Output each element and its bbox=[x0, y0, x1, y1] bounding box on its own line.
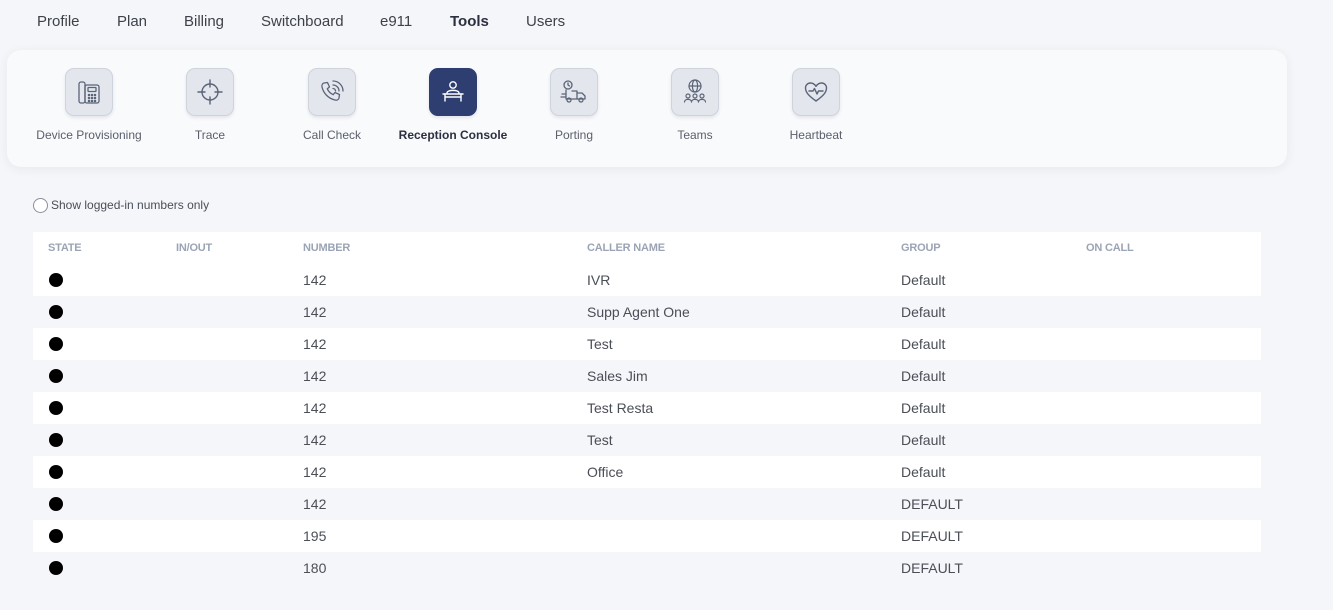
state-indicator bbox=[49, 433, 63, 447]
nav-e911[interactable]: e911 bbox=[380, 13, 412, 30]
tool-trace[interactable]: Trace bbox=[145, 68, 275, 148]
logged-in-radio[interactable] bbox=[33, 197, 48, 213]
cell-group: Default bbox=[901, 400, 946, 416]
cell-number: 142 bbox=[303, 400, 327, 416]
cell-caller-name: Sales Jim bbox=[587, 368, 648, 384]
tool-label: Heartbeat bbox=[789, 128, 843, 142]
cell-caller-name: IVR bbox=[587, 272, 611, 288]
header-on-call: ON CALL bbox=[1086, 242, 1134, 254]
table-row[interactable]: 195 DEFAULT bbox=[33, 520, 1261, 552]
logged-in-filter-label: Show logged-in numbers only bbox=[51, 198, 210, 212]
cell-caller-name: Test bbox=[587, 432, 613, 448]
cell-group: Default bbox=[901, 304, 946, 320]
nav-plan[interactable]: Plan bbox=[117, 13, 147, 30]
tool-device-provisioning[interactable]: Device Provisioning bbox=[24, 68, 154, 148]
tool-label: Teams bbox=[677, 128, 713, 142]
phone-ringing-icon bbox=[321, 80, 344, 101]
header-group: GROUP bbox=[901, 242, 941, 254]
tools-panel: Device Provisioning Trace Call Check Rec… bbox=[7, 50, 1287, 167]
nav-switchboard[interactable]: Switchboard bbox=[261, 13, 344, 30]
tool-label: Porting bbox=[554, 128, 594, 142]
table-body: 142 IVR Default 142 Supp Agent One Default 142… bbox=[33, 264, 1261, 584]
nav-profile[interactable]: Profile bbox=[37, 13, 80, 30]
tool-tile bbox=[65, 68, 113, 116]
cell-number: 142 bbox=[303, 272, 327, 288]
table-header: STATE IN/OUT NUMBER CALLER NAME GROUP ON… bbox=[33, 232, 1261, 264]
nav-billing[interactable]: Billing bbox=[184, 13, 224, 30]
state-indicator bbox=[49, 369, 63, 383]
tool-tile bbox=[550, 68, 598, 116]
globe-team-icon bbox=[683, 79, 707, 103]
numbers-table: STATE IN/OUT NUMBER CALLER NAME GROUP ON… bbox=[33, 232, 1261, 584]
header-inout: IN/OUT bbox=[176, 242, 213, 254]
cell-number: 142 bbox=[303, 304, 327, 320]
state-indicator bbox=[49, 305, 63, 319]
nav-tools[interactable]: Tools bbox=[450, 13, 489, 30]
tool-tile bbox=[186, 68, 234, 116]
cell-group: Default bbox=[901, 336, 946, 352]
table-row[interactable]: 142 Test Default bbox=[33, 328, 1261, 360]
cell-number: 142 bbox=[303, 464, 327, 480]
header-state: STATE bbox=[48, 242, 82, 254]
cell-number: 142 bbox=[303, 432, 327, 448]
state-indicator bbox=[49, 401, 63, 415]
top-nav: Profile Plan Billing Switchboard e911 To… bbox=[0, 0, 1333, 44]
state-indicator bbox=[49, 561, 63, 575]
tool-teams[interactable]: Teams bbox=[630, 68, 760, 148]
cell-group: Default bbox=[901, 432, 946, 448]
cell-caller-name: Office bbox=[587, 464, 624, 480]
cell-group: Default bbox=[901, 272, 946, 288]
table-row[interactable]: 142 Sales Jim Default bbox=[33, 360, 1261, 392]
cell-number: 142 bbox=[303, 336, 327, 352]
cell-group: Default bbox=[901, 464, 946, 480]
tool-tile bbox=[671, 68, 719, 116]
cell-group: Default bbox=[901, 368, 946, 384]
table-row[interactable]: 142 Office Default bbox=[33, 456, 1261, 488]
state-indicator bbox=[49, 497, 63, 511]
crosshair-icon bbox=[197, 79, 223, 105]
cell-number: 195 bbox=[303, 528, 327, 544]
cell-number: 142 bbox=[303, 496, 327, 512]
moving-truck-icon bbox=[560, 80, 586, 103]
state-indicator bbox=[49, 337, 63, 351]
heart-pulse-icon bbox=[804, 82, 828, 102]
tool-label: Reception Console bbox=[398, 128, 508, 142]
table-row[interactable]: 142 Supp Agent One Default bbox=[33, 296, 1261, 328]
tool-porting[interactable]: Porting bbox=[509, 68, 639, 148]
logged-in-filter[interactable]: Show logged-in numbers only bbox=[33, 196, 209, 214]
cell-group: DEFAULT bbox=[901, 560, 963, 576]
table-row[interactable]: 142 Test Default bbox=[33, 424, 1261, 456]
nav-users[interactable]: Users bbox=[526, 13, 565, 30]
cell-group: DEFAULT bbox=[901, 528, 963, 544]
tool-label: Device Provisioning bbox=[36, 128, 142, 142]
table-row[interactable]: 180 DEFAULT bbox=[33, 552, 1261, 584]
cell-number: 142 bbox=[303, 368, 327, 384]
tool-label: Call Check bbox=[302, 128, 362, 142]
state-indicator bbox=[49, 529, 63, 543]
cell-caller-name: Test bbox=[587, 336, 613, 352]
tool-tile bbox=[429, 68, 477, 116]
tool-tile bbox=[308, 68, 356, 116]
header-caller-name: CALLER NAME bbox=[587, 242, 665, 254]
state-indicator bbox=[49, 465, 63, 479]
tool-heartbeat[interactable]: Heartbeat bbox=[751, 68, 881, 148]
table-row[interactable]: 142 DEFAULT bbox=[33, 488, 1261, 520]
receptionist-icon bbox=[442, 81, 464, 102]
cell-caller-name: Supp Agent One bbox=[587, 304, 690, 320]
cell-group: DEFAULT bbox=[901, 496, 963, 512]
tool-tile bbox=[792, 68, 840, 116]
tool-label: Trace bbox=[194, 128, 226, 142]
tool-call-check[interactable]: Call Check bbox=[267, 68, 397, 148]
tool-reception-console[interactable]: Reception Console bbox=[388, 68, 518, 148]
cell-caller-name: Test Resta bbox=[587, 400, 654, 416]
desk-phone-icon bbox=[78, 81, 100, 104]
cell-number: 180 bbox=[303, 560, 327, 576]
header-number: NUMBER bbox=[303, 242, 351, 254]
table-row[interactable]: 142 Test Resta Default bbox=[33, 392, 1261, 424]
state-indicator bbox=[49, 273, 63, 287]
table-row[interactable]: 142 IVR Default bbox=[33, 264, 1261, 296]
